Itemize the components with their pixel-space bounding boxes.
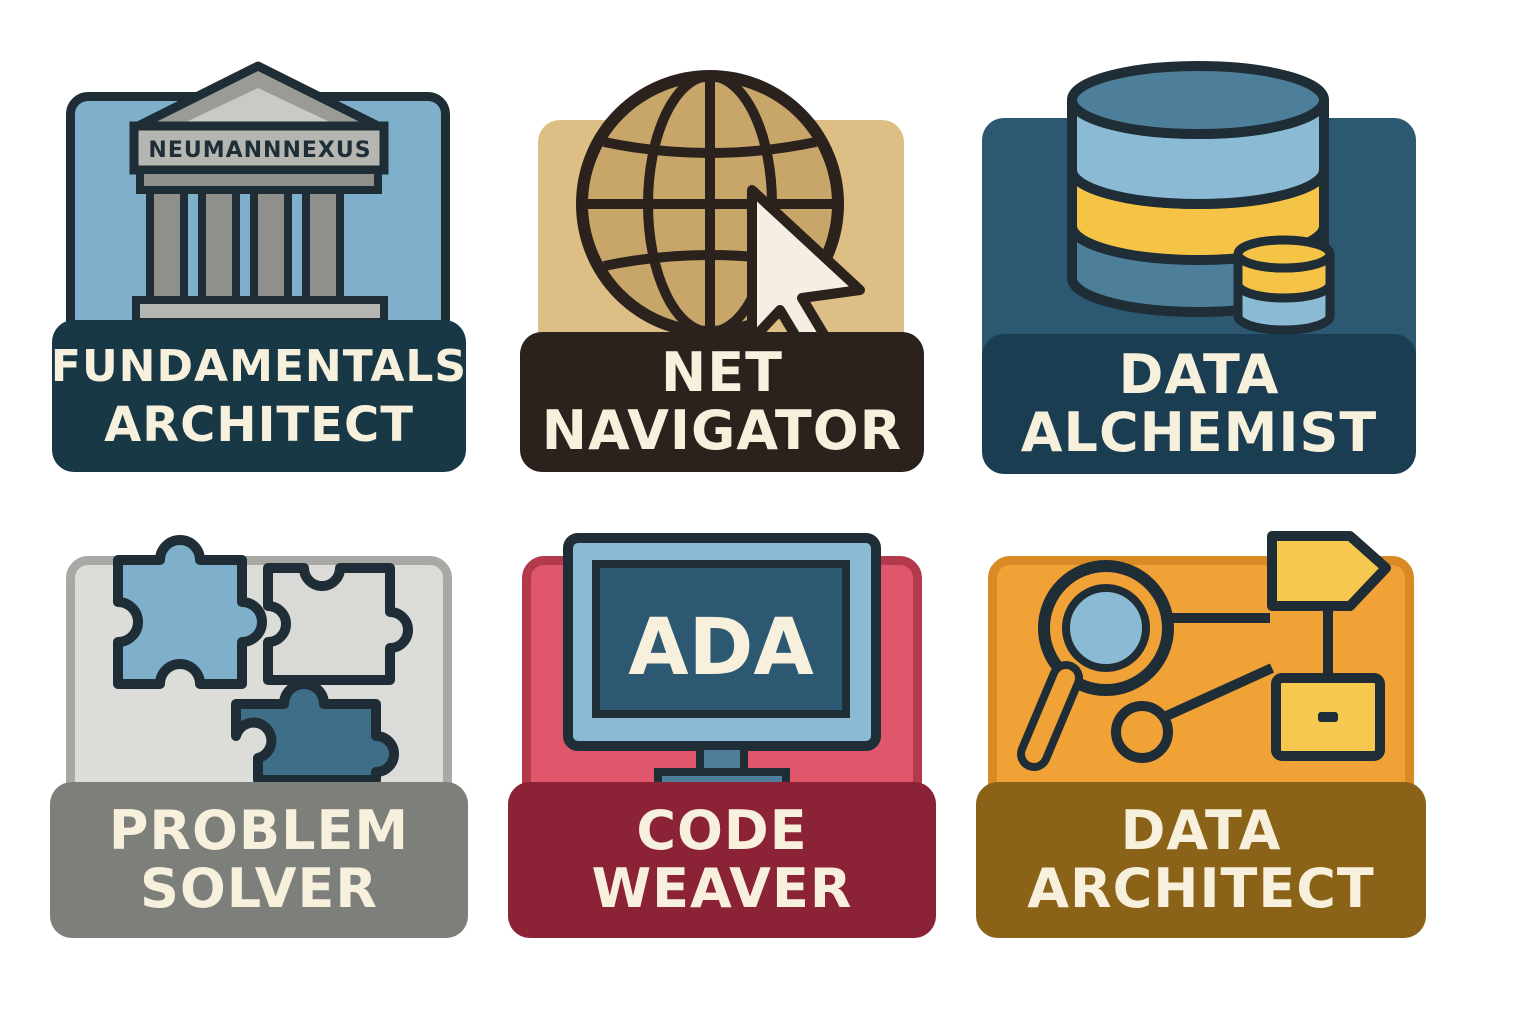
badge-title-line1: NET: [661, 341, 783, 404]
badge-title-line1: DATA: [1118, 343, 1280, 406]
badge-title-line1: CODE: [636, 799, 808, 862]
badge-title-line2: SOLVER: [139, 857, 379, 920]
globe-cursor-icon: [576, 70, 865, 365]
badge-title-line2: WEAVER: [591, 857, 853, 920]
badge-title-line2: ALCHEMIST: [1020, 401, 1378, 464]
badge-title-line2: ARCHITECT: [1027, 857, 1375, 920]
badge-title-line1: DATA: [1120, 799, 1282, 862]
magnifier-diagram-icon: [1017, 531, 1391, 771]
badge-label: PROBLEM SOLVER: [50, 782, 468, 938]
badge-label: CODE WEAVER: [508, 782, 936, 938]
monitor-screen-text: ADA: [628, 603, 814, 693]
badge-title-line2: ARCHITECT: [104, 397, 414, 453]
badge-label: NET NAVIGATOR: [520, 332, 924, 472]
badge-label: FUNDAMENTALS ARCHITECT: [50, 320, 468, 472]
puzzle-icon: [113, 535, 413, 785]
database-icon: [1067, 61, 1335, 335]
badge-title-line2: NAVIGATOR: [541, 399, 903, 462]
badge-title-line1: FUNDAMENTALS: [50, 341, 468, 392]
badge-title-line1: PROBLEM: [108, 799, 410, 862]
badge-label: DATA ALCHEMIST: [982, 334, 1416, 474]
temple-sign-text: NEUMANNNEXUS: [148, 138, 372, 163]
badge-label: DATA ARCHITECT: [976, 782, 1426, 938]
temple-icon: [129, 61, 389, 326]
